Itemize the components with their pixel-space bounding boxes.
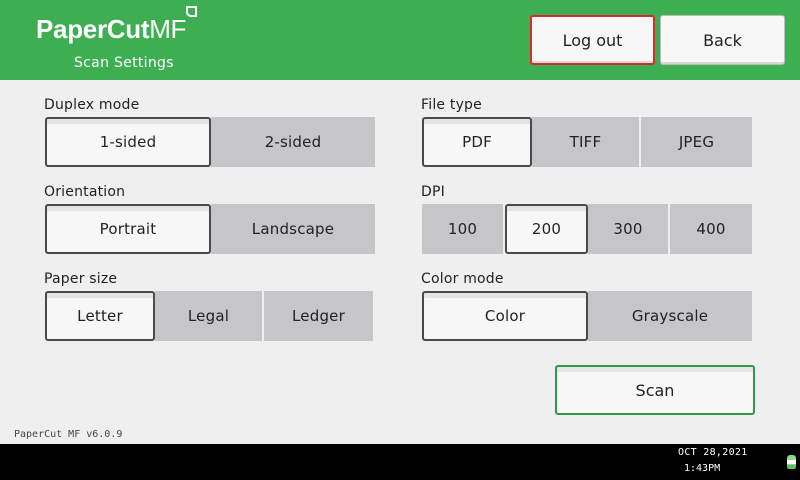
- dpi-option-400[interactable]: 400: [670, 204, 752, 254]
- back-button[interactable]: Back: [660, 15, 785, 65]
- scan-button[interactable]: Scan: [555, 365, 755, 415]
- logout-button[interactable]: Log out: [530, 15, 655, 65]
- papercut-logo: PaperCutMF: [36, 14, 186, 45]
- paper-size-option-ledger[interactable]: Ledger: [264, 291, 373, 341]
- duplex-mode-selector: 1-sided 2-sided: [45, 117, 375, 167]
- file-type-option-jpeg[interactable]: JPEG: [641, 117, 752, 167]
- color-mode-label: Color mode: [421, 271, 504, 287]
- orientation-option-portrait[interactable]: Portrait: [45, 204, 211, 254]
- paper-size-selector: Letter Legal Ledger: [45, 291, 373, 341]
- header-bar: PaperCutMF Scan Settings Log out Back: [0, 0, 800, 80]
- logo-corner-icon: [186, 6, 197, 17]
- paper-size-label: Paper size: [44, 271, 118, 287]
- device-status-bar: OCT 28,2021 1:43PM: [0, 444, 800, 480]
- logo-suffix-text: MF: [149, 14, 187, 44]
- duplex-option-2-sided[interactable]: 2-sided: [211, 117, 375, 167]
- file-type-option-tiff[interactable]: TIFF: [532, 117, 641, 167]
- duplex-option-1-sided[interactable]: 1-sided: [45, 117, 211, 167]
- color-mode-option-grayscale[interactable]: Grayscale: [588, 291, 752, 341]
- paper-size-option-legal[interactable]: Legal: [155, 291, 264, 341]
- version-text: PaperCut MF v6.0.9: [14, 429, 123, 440]
- status-time: 1:43PM: [684, 463, 721, 474]
- logo-main-text: PaperCut: [36, 14, 150, 44]
- file-type-option-pdf[interactable]: PDF: [422, 117, 532, 167]
- orientation-label: Orientation: [44, 184, 126, 200]
- dpi-label: DPI: [421, 184, 445, 200]
- duplex-mode-label: Duplex mode: [44, 97, 140, 113]
- file-type-selector: PDF TIFF JPEG: [422, 117, 752, 167]
- orientation-option-landscape[interactable]: Landscape: [211, 204, 375, 254]
- dpi-selector: 100 200 300 400: [422, 204, 752, 254]
- orientation-selector: Portrait Landscape: [45, 204, 375, 254]
- status-date: OCT 28,2021: [678, 447, 748, 458]
- dpi-option-200[interactable]: 200: [505, 204, 588, 254]
- file-type-label: File type: [421, 97, 482, 113]
- page-title: Scan Settings: [74, 55, 174, 71]
- color-mode-option-color[interactable]: Color: [422, 291, 588, 341]
- color-mode-selector: Color Grayscale: [422, 291, 752, 341]
- paper-size-option-letter[interactable]: Letter: [45, 291, 155, 341]
- dpi-option-100[interactable]: 100: [422, 204, 505, 254]
- dpi-option-300[interactable]: 300: [588, 204, 670, 254]
- toner-status-icon: [787, 455, 796, 469]
